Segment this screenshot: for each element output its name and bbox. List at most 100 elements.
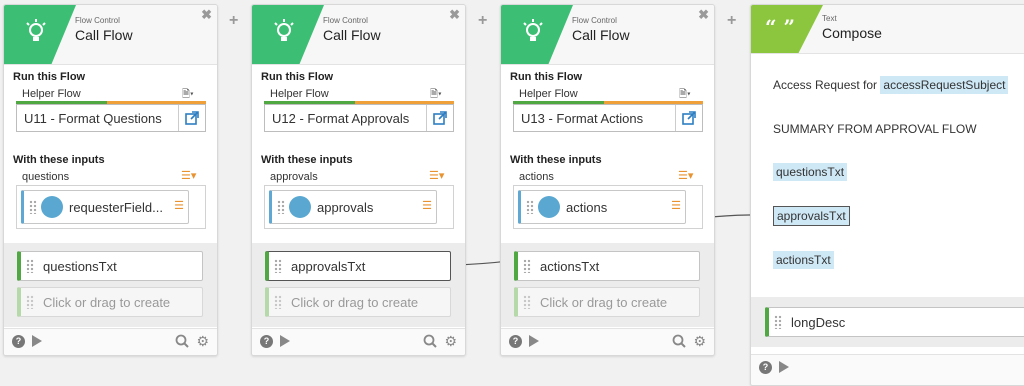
play-icon[interactable] <box>32 335 42 347</box>
output-variable-label: questionsTxt <box>43 259 117 274</box>
input-name: approvals <box>270 171 318 183</box>
inputs-label: With these inputs <box>13 154 105 166</box>
flow-select-value: U11 - Format Questions <box>24 111 162 126</box>
external-link-icon[interactable] <box>178 105 205 131</box>
input-chip[interactable]: requesterField... ☰ <box>21 190 189 224</box>
gear-icon[interactable]: ⚙ <box>444 333 457 350</box>
search-icon[interactable] <box>672 334 686 348</box>
flow-select-value: U13 - Format Actions <box>521 111 644 126</box>
quote-icon: “ ” <box>765 15 795 39</box>
compose-card[interactable]: “ ” Text Compose Access Request for acce… <box>750 4 1024 386</box>
compose-line-4: approvalsTxt <box>773 206 850 226</box>
compose-line-3: questionsTxt <box>773 163 848 181</box>
input-chip[interactable]: approvals ☰ <box>269 190 437 224</box>
list-icon[interactable]: ☰▾ <box>429 169 444 182</box>
close-icon[interactable]: ✖ <box>449 7 460 23</box>
help-icon[interactable]: ? <box>260 335 273 348</box>
input-chip-label: requesterField... <box>69 200 163 215</box>
lightbulb-icon <box>523 19 543 41</box>
list-icon: ☰ <box>174 200 184 212</box>
card-category: Flow Control <box>323 16 368 25</box>
call-flow-card-3[interactable]: Flow Control Call Flow ✖ Run this Flow H… <box>500 4 715 356</box>
help-icon[interactable]: ? <box>509 335 522 348</box>
help-icon[interactable]: ? <box>12 335 25 348</box>
close-icon[interactable]: ✖ <box>698 7 709 23</box>
gear-icon[interactable]: ⚙ <box>693 333 706 350</box>
add-step-plus-icon[interactable]: + <box>478 12 487 30</box>
create-variable-slot[interactable]: Click or drag to create <box>514 287 700 317</box>
add-step-plus-icon[interactable]: + <box>727 12 736 30</box>
gear-icon[interactable]: ⚙ <box>196 333 209 350</box>
compose-line-5: actionsTxt <box>773 251 834 269</box>
drag-handle-icon[interactable] <box>274 259 282 273</box>
helper-flow-label: Helper Flow <box>519 88 578 100</box>
play-icon[interactable] <box>529 335 539 347</box>
card-footer: ? ⚙ <box>501 328 714 355</box>
output-area: approvalsTxt Click or drag to create <box>252 243 465 327</box>
external-link-icon[interactable] <box>426 105 453 131</box>
variable-icon <box>41 196 63 218</box>
call-flow-card-1[interactable]: Flow Control Call Flow ✖ Run this Flow H… <box>3 4 218 356</box>
drag-handle-icon[interactable] <box>526 200 534 214</box>
create-variable-slot[interactable]: Click or drag to create <box>265 287 451 317</box>
card-footer: ? ⚙ <box>252 328 465 355</box>
list-icon: ☰ <box>422 200 432 212</box>
drag-handle-icon[interactable] <box>774 315 782 329</box>
drag-handle-icon <box>26 295 34 309</box>
variable-pill[interactable]: accessRequestSubject <box>880 76 1009 94</box>
inputs-label: With these inputs <box>261 154 353 166</box>
call-flow-card-2[interactable]: Flow Control Call Flow ✖ Run this Flow H… <box>251 4 466 356</box>
output-area: actionsTxt Click or drag to create <box>501 243 714 327</box>
drag-handle-icon[interactable] <box>26 259 34 273</box>
compose-line-1: Access Request for accessRequestSubject <box>773 76 1009 94</box>
input-slot: requesterField... ☰ <box>16 185 206 229</box>
helper-flow-label: Helper Flow <box>22 88 81 100</box>
search-icon[interactable] <box>175 334 189 348</box>
card-title: Call Flow <box>572 27 630 43</box>
output-variable-label: actionsTxt <box>540 259 600 274</box>
input-name: questions <box>22 171 70 183</box>
drag-handle-icon[interactable] <box>523 259 531 273</box>
variable-pill[interactable]: approvalsTxt <box>773 206 850 226</box>
card-title: Call Flow <box>75 27 133 43</box>
flow-select[interactable]: U11 - Format Questions <box>16 104 206 132</box>
card-header: “ ” Text Compose <box>751 5 1024 54</box>
create-variable-slot[interactable]: Click or drag to create <box>17 287 203 317</box>
variable-pill[interactable]: questionsTxt <box>773 163 848 181</box>
variable-icon <box>289 196 311 218</box>
add-step-plus-icon[interactable]: + <box>229 12 238 30</box>
output-variable[interactable]: questionsTxt <box>17 251 203 281</box>
variable-icon <box>538 196 560 218</box>
list-icon[interactable]: ☰▾ <box>678 169 693 182</box>
flow-select[interactable]: U12 - Format Approvals <box>264 104 454 132</box>
variable-pill[interactable]: actionsTxt <box>773 251 834 269</box>
output-area: questionsTxt Click or drag to create <box>4 243 217 327</box>
drag-handle-icon[interactable] <box>29 200 37 214</box>
create-placeholder: Click or drag to create <box>291 295 419 310</box>
input-chip[interactable]: actions ☰ <box>518 190 686 224</box>
output-variable-label: approvalsTxt <box>291 259 366 274</box>
play-icon[interactable] <box>280 335 290 347</box>
drag-handle-icon[interactable] <box>277 200 285 214</box>
drag-handle-icon <box>523 295 531 309</box>
list-icon[interactable]: ☰▾ <box>181 169 196 182</box>
lightbulb-icon <box>274 19 294 41</box>
play-icon[interactable] <box>779 361 789 373</box>
search-icon[interactable] <box>423 334 437 348</box>
run-flow-label: Run this Flow <box>510 71 583 83</box>
input-name: actions <box>519 171 554 183</box>
card-header: Flow Control Call Flow ✖ <box>4 5 217 65</box>
output-variable[interactable]: actionsTxt <box>514 251 700 281</box>
card-header: Flow Control Call Flow ✖ <box>252 5 465 65</box>
output-variable[interactable]: longDesc <box>765 307 1024 337</box>
card-header: Flow Control Call Flow ✖ <box>501 5 714 65</box>
card-category: Text <box>822 14 837 23</box>
run-flow-label: Run this Flow <box>261 71 334 83</box>
close-icon[interactable]: ✖ <box>201 7 212 23</box>
list-icon: ☰ <box>671 200 681 212</box>
helper-flow-label: Helper Flow <box>270 88 329 100</box>
help-icon[interactable]: ? <box>759 361 772 374</box>
external-link-icon[interactable] <box>675 105 702 131</box>
output-variable[interactable]: approvalsTxt <box>265 251 451 281</box>
flow-select[interactable]: U13 - Format Actions <box>513 104 703 132</box>
